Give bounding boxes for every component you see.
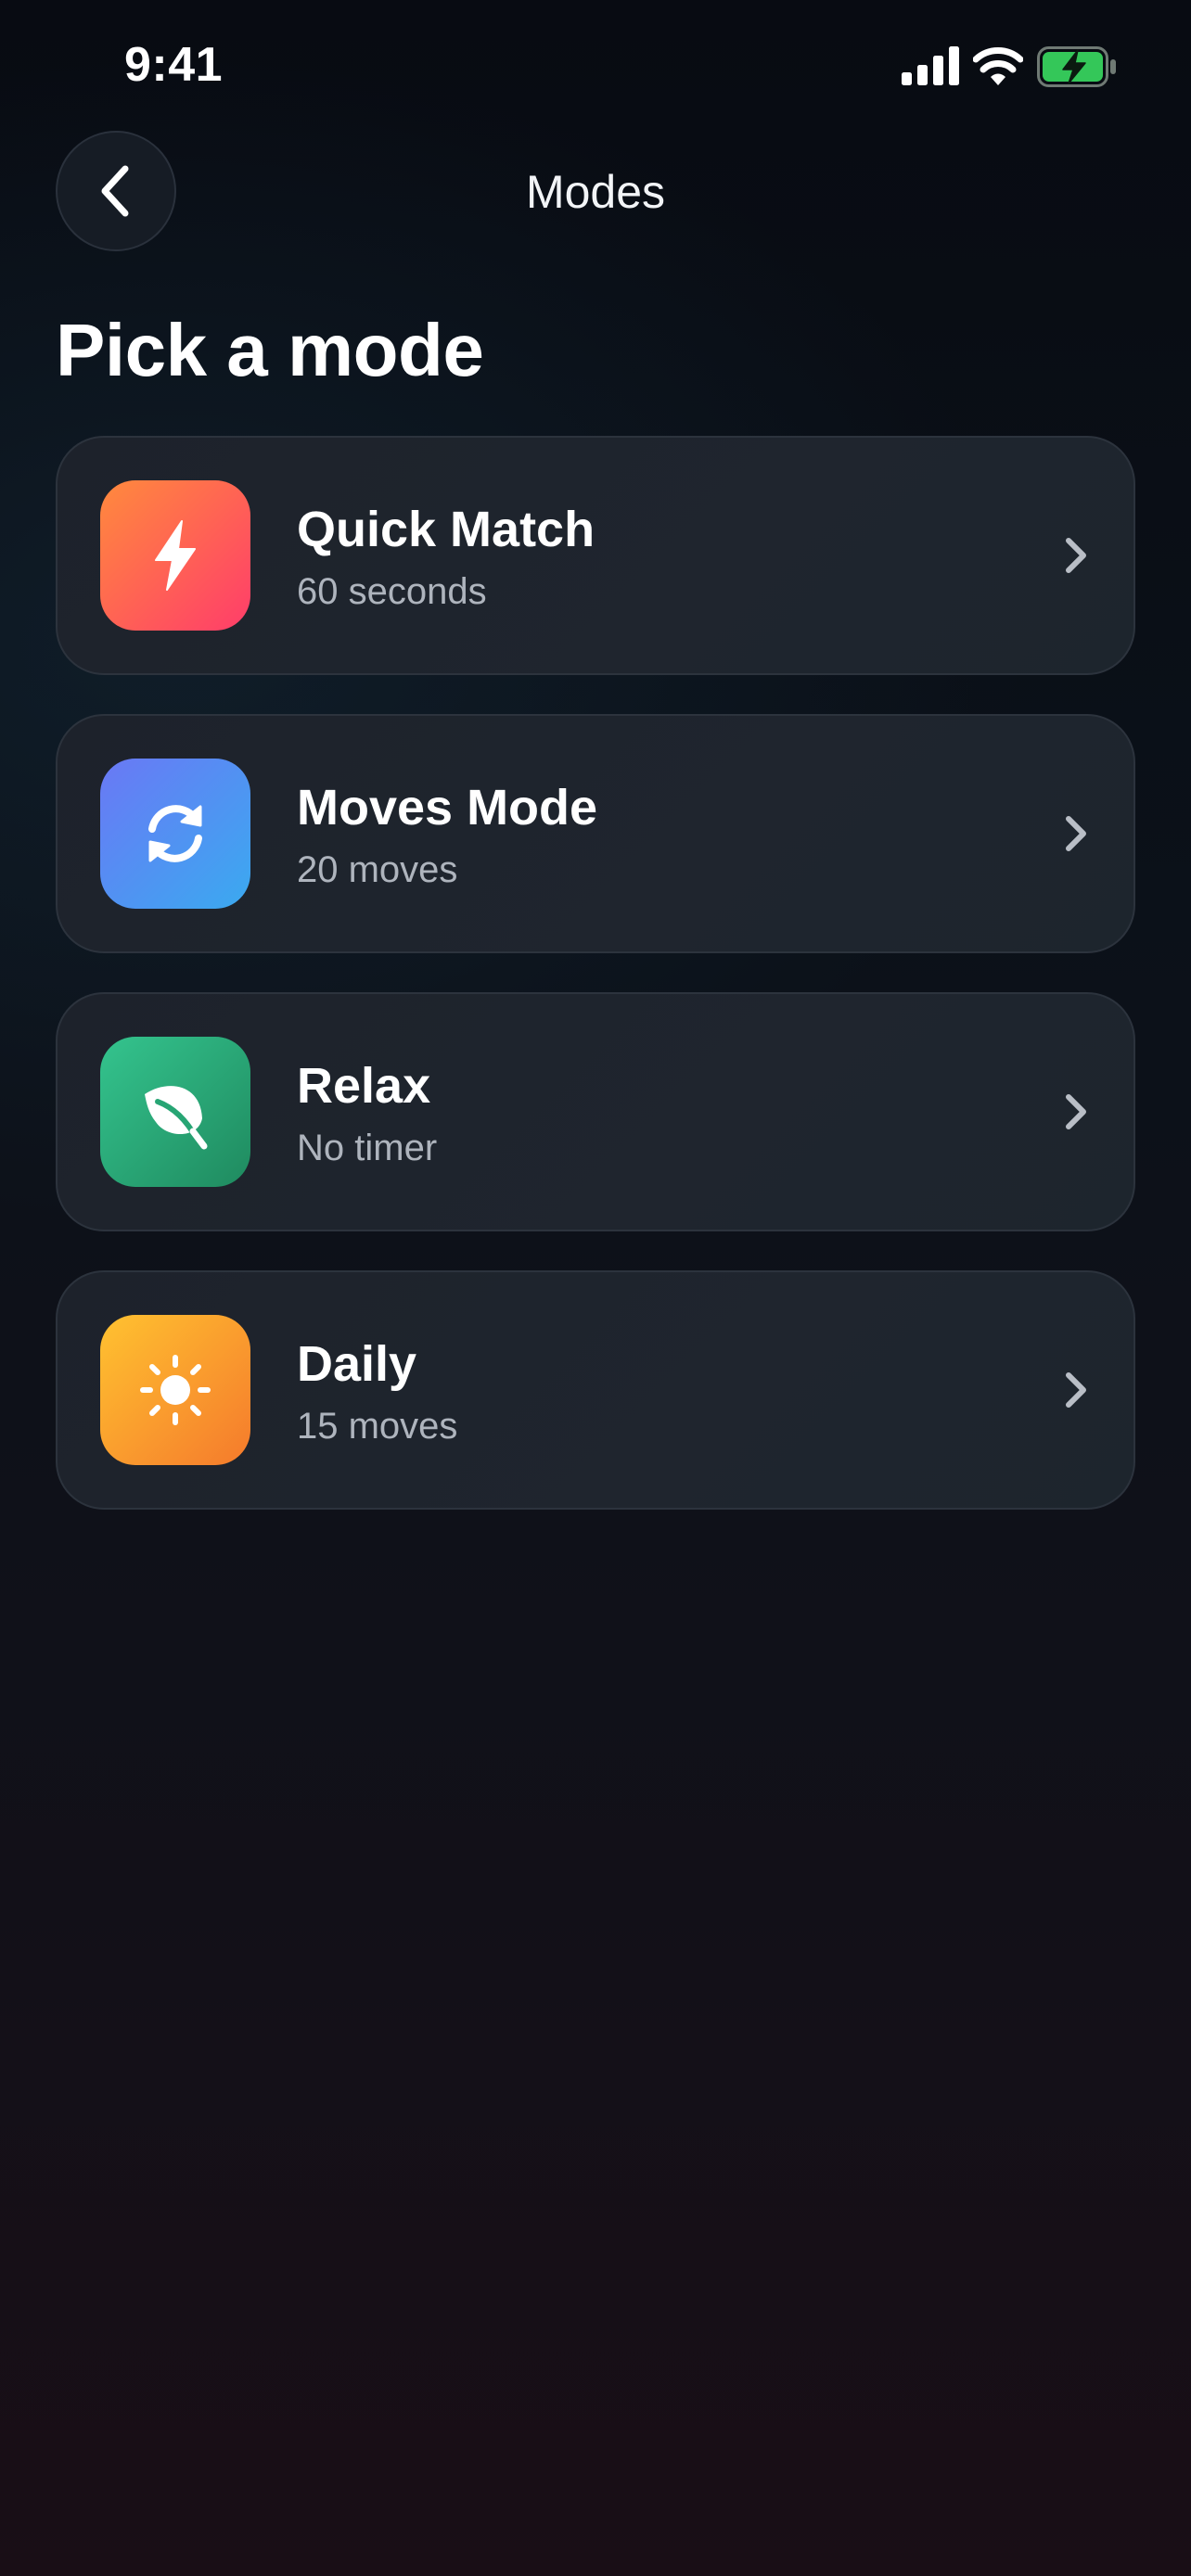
mode-title: Relax	[297, 1058, 431, 1114]
chevron-right-icon	[1066, 816, 1086, 851]
mode-card-relax[interactable]: Relax No timer	[56, 992, 1135, 1231]
lightning-icon	[155, 520, 196, 591]
mode-list: Quick Match 60 seconds Moves Mode 20 mov…	[56, 436, 1135, 1549]
mode-icon-badge	[100, 480, 250, 631]
refresh-icon	[148, 805, 202, 862]
chevron-right-icon	[1066, 538, 1086, 573]
page-title: Pick a mode	[56, 309, 484, 391]
mode-title: Quick Match	[297, 502, 596, 557]
mode-title: Daily	[297, 1336, 417, 1392]
mode-icon-badge	[100, 759, 250, 909]
mode-title: Moves Mode	[297, 780, 598, 835]
wifi-icon	[973, 47, 1023, 85]
mode-subtitle: 60 seconds	[297, 571, 487, 612]
status-bar: 9:41	[0, 0, 1191, 139]
chevron-right-icon	[1066, 1094, 1086, 1129]
mode-card-daily[interactable]: Daily 15 moves	[56, 1270, 1135, 1510]
mode-icon-badge	[100, 1037, 250, 1187]
battery-charging-icon	[1037, 46, 1116, 87]
leaf-icon	[145, 1086, 208, 1150]
chevron-right-icon	[1066, 1372, 1086, 1408]
status-time: 9:41	[124, 38, 224, 92]
mode-card-moves-mode[interactable]: Moves Mode 20 moves	[56, 714, 1135, 953]
signal-icon	[902, 46, 959, 85]
mode-subtitle: 15 moves	[297, 1406, 458, 1447]
mode-icon-badge	[100, 1315, 250, 1465]
sun-icon	[140, 1355, 211, 1425]
nav-title: Modes	[525, 166, 666, 218]
mode-subtitle: No timer	[297, 1128, 438, 1168]
mode-card-quick-match[interactable]: Quick Match 60 seconds	[56, 436, 1135, 675]
mode-subtitle: 20 moves	[297, 849, 458, 890]
